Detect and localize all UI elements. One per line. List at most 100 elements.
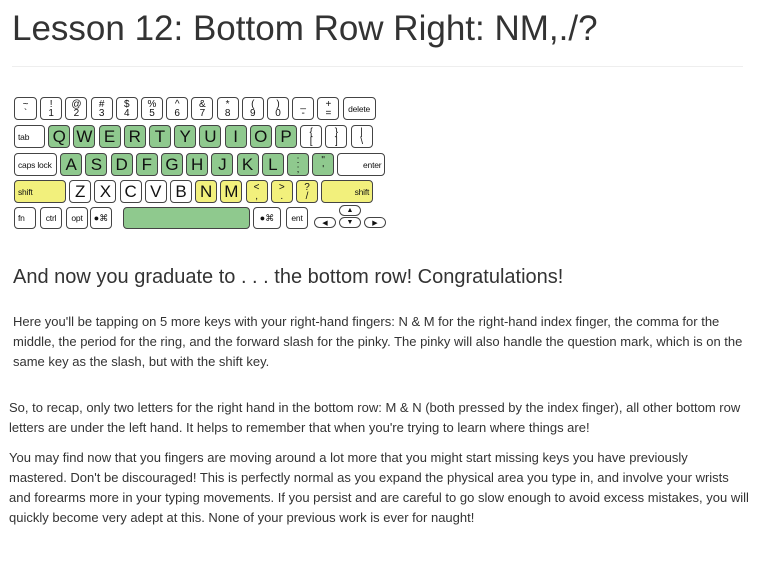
key-label: caps lock [18,159,52,170]
page-title: Lesson 12: Bottom Row Right: NM,./? [12,9,598,48]
key-base-label: ; [296,163,300,175]
key-t: T [149,125,171,148]
key-label: shift [354,186,370,197]
key-label: ctrl [45,213,57,223]
key-base-label: 5 [149,107,155,119]
key-n: N [195,180,218,203]
key-arrow-right-icon: ▶ [364,217,386,228]
key-label: A [65,155,77,174]
key-h: H [186,153,209,176]
key-y: Y [174,125,197,148]
key-base-label: ] [335,135,338,147]
key-ampersand: & 7 [191,97,214,120]
key-label: B [175,182,187,201]
key-b: B [170,180,192,203]
key-base-label: \ [360,135,363,147]
key-label: V [150,182,162,201]
key-enter: enter [337,153,386,176]
key-arrow-left-icon: ◀ [314,217,336,228]
key-tab: tab [14,125,45,148]
key-e: E [98,125,121,148]
key-c: C [119,180,142,203]
key-f: F [135,153,158,176]
key-p: P [275,125,297,148]
key-pipe: | \ [350,125,373,148]
key-label: F [141,155,152,174]
key-base-label: 3 [98,107,105,119]
key-g: G [161,153,183,176]
lesson-paragraph-recap: So, to recap, only two letters for the r… [9,400,741,435]
arrow-up-icon: ▲ [346,207,354,214]
key-base-label: [ [309,135,313,147]
key-arrow-down-icon: ▼ [339,217,361,228]
key-z: Z [69,180,92,203]
key-label: C [124,182,137,201]
key-base-label: ' [322,163,325,175]
key-shift-right: shift [321,180,374,203]
key-less-than: <, [245,180,268,203]
key-label: Y [179,127,191,146]
key-label: H [191,155,204,174]
key-base-label: 4 [124,107,130,119]
key-space [123,207,250,229]
key-base-label: , [255,190,258,202]
key-caps-lock: caps lock [14,153,57,176]
key-base-label: ` [23,107,28,119]
key-at: @2 [65,97,88,120]
lesson-paragraph-intro: Here you'll be tapping on 5 more keys wi… [13,314,743,369]
key-ctrl: ctrl [40,207,62,229]
key-label: K [241,155,254,174]
arrow-left-icon: ◀ [322,219,328,227]
key-label: tab [18,131,30,142]
key-o: O [249,125,272,148]
key-underscore: _ - [292,97,315,120]
key-close-paren: ) 0 [267,97,289,120]
key-r: R [123,125,146,148]
key-v: V [144,180,167,203]
key-base-label: - [301,107,305,119]
key-label: T [154,127,166,146]
lesson-subheading: And now you graduate to . . . the bottom… [13,266,564,288]
key-j: J [211,153,234,176]
key-i: I [224,125,247,148]
key-label: I [233,127,238,146]
key-tilde: ~ ` [14,97,37,120]
keyboard-diagram: ~ `! 1 @2 #3 $4% 5 ^ 6 & 7 * 8(9) 0 _ - + = delete tab Q W E R T… [14,97,386,231]
key-greater-than: >. [270,180,293,203]
key-base-label: 1 [48,107,54,119]
key-base-label: 8 [224,107,231,119]
key-label: Z [74,182,86,201]
key-u: U [199,125,222,148]
key-plus: + = [317,97,340,120]
key-open-paren: (9 [241,97,264,120]
key-base-label: 2 [73,107,80,119]
key-quote: " ' [312,153,335,176]
key-exclamation: ! 1 [40,97,63,120]
key-apple-command-icon: ●⌘ [253,207,281,229]
key-label: X [99,182,112,201]
key-open-brace: {[ [300,125,323,148]
arrow-down-icon: ▼ [346,219,354,226]
key-label: ent [291,213,303,223]
key-base-label: 7 [199,107,206,119]
key-k: K [236,153,259,176]
key-label: M [224,182,239,201]
key-label: Q [52,127,66,146]
key-dollar: $4 [115,97,138,120]
key-label: G [165,155,179,174]
key-shift-left: shift [14,180,66,203]
key-base-label: 6 [174,107,180,119]
key-d: D [110,153,133,176]
apple-command-icon: ●⌘ [93,212,109,223]
key-label: W [76,127,93,146]
key-label: J [218,155,227,174]
lesson-paragraph-encouragement: You may find now that you fingers are mo… [9,450,749,525]
key-label: opt [71,213,83,223]
key-base-label: 0 [275,107,281,119]
key-hash: #3 [90,97,113,120]
key-x: X [94,180,117,203]
key-arrow-up-icon: ▲ [339,205,361,216]
title-divider [12,66,743,67]
arrow-right-icon: ▶ [372,219,378,227]
key-percent: % 5 [141,97,163,120]
